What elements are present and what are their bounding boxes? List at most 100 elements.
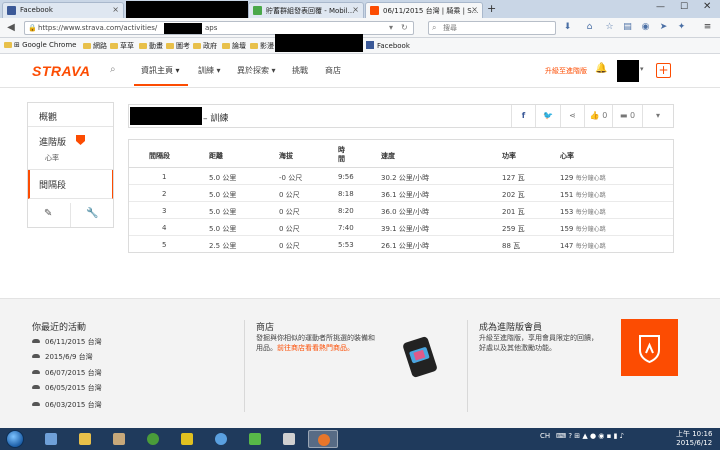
column-header: 速度: [381, 152, 395, 160]
recent-activity-link[interactable]: 06/11/2015 台灣: [32, 337, 102, 347]
table-row[interactable]: 1 5.0 公里 -0 公尺 9:56 30.2 公里/小時 127 瓦 129…: [129, 168, 673, 185]
column-header: 間隔段: [149, 152, 170, 160]
search-icon[interactable]: ⌕: [110, 64, 116, 75]
chevron-down-icon[interactable]: ▾: [640, 65, 644, 73]
taskbar-app[interactable]: [274, 430, 304, 448]
bookmark-facebook[interactable]: Facebook: [366, 41, 410, 50]
redacted-athlete-name: [130, 107, 202, 125]
nav-explore[interactable]: 異於探索 ▾: [237, 65, 276, 76]
language-indicator[interactable]: CH: [540, 432, 550, 440]
folder-icon: [250, 43, 258, 49]
taskbar-app[interactable]: [70, 430, 100, 448]
more-options-button[interactable]: ▾: [642, 105, 673, 127]
tab-facebook[interactable]: Facebook ×: [2, 2, 124, 18]
close-icon[interactable]: ×: [471, 5, 478, 14]
tools-button[interactable]: 🔧: [71, 203, 113, 227]
search-icon: ⌕: [432, 23, 437, 32]
dropdown-arrow-icon[interactable]: ▾: [389, 23, 393, 32]
maximize-button[interactable]: ☐: [680, 2, 688, 12]
recent-activity-link[interactable]: 06/03/2015 台灣: [32, 400, 102, 410]
sidebar-item-heart-rate[interactable]: 心率: [45, 153, 59, 163]
window-close-button[interactable]: ✕: [703, 1, 711, 12]
chevron-down-icon: ▾: [655, 111, 660, 120]
new-tab-button[interactable]: +: [487, 2, 496, 15]
kudos-button[interactable]: 👍 0: [584, 105, 612, 127]
extension-icon[interactable]: ◉: [640, 22, 651, 33]
minimize-button[interactable]: —: [656, 2, 665, 12]
taskbar-app[interactable]: [172, 430, 202, 448]
sidebar-item-premium[interactable]: 進階版 心率: [28, 127, 113, 170]
bookmark-folder[interactable]: 網路: [83, 41, 107, 51]
table-row[interactable]: 5 2.5 公里 0 公尺 5:53 26.1 公里/小時 88 瓦 147 每…: [129, 236, 673, 253]
premium-badge[interactable]: [621, 319, 678, 376]
bookmark-folder[interactable]: 草草: [110, 41, 134, 51]
avatar[interactable]: [617, 60, 639, 82]
upgrade-link[interactable]: 升級至進階版: [545, 66, 587, 76]
windows-taskbar: CH ⌨ ? ⊞ ▲ ● ◉ ▪ ▮ ♪ 上午 10:16 2015/6/12: [0, 428, 720, 450]
reload-icon[interactable]: ↻: [401, 23, 408, 32]
nav-challenges[interactable]: 挑戰: [292, 65, 308, 76]
taskbar-app[interactable]: [104, 430, 134, 448]
close-icon[interactable]: ×: [112, 5, 119, 14]
bookmark-folder[interactable]: 圖考: [166, 41, 190, 51]
share-button[interactable]: ⋖: [560, 105, 584, 127]
url-suffix: aps: [205, 24, 218, 32]
chevron-down-icon: ▾: [175, 66, 180, 75]
bookmark-folder[interactable]: 動畫: [139, 41, 163, 51]
search-input[interactable]: [443, 23, 551, 33]
sidebar-item-laps[interactable]: 間隔段: [28, 170, 113, 199]
system-clock[interactable]: 上午 10:16 2015/6/12: [676, 430, 712, 448]
table-row[interactable]: 2 5.0 公里 0 公尺 8:18 36.1 公里/小時 202 瓦 151 …: [129, 185, 673, 202]
bookmark-folder[interactable]: 論壇: [222, 41, 246, 51]
nav-store[interactable]: 商店: [325, 65, 341, 76]
tab-forum[interactable]: 貯蓄群組發表回覆 - Mobil... ×: [248, 2, 364, 18]
edit-button[interactable]: ✎: [28, 203, 71, 227]
taskbar-app[interactable]: [206, 430, 236, 448]
store-link[interactable]: 前往商店看看熱門商品。: [277, 344, 354, 352]
column-header: 心率: [560, 152, 574, 160]
table-row[interactable]: 4 5.0 公里 0 公尺 7:40 39.1 公里/小時 259 瓦 159 …: [129, 219, 673, 236]
url-bar[interactable]: 🔒 https://www.strava.com/activities/ aps…: [24, 21, 414, 35]
shoe-icon: [32, 339, 40, 343]
taskbar-app[interactable]: [240, 430, 270, 448]
back-button[interactable]: ◀: [5, 22, 17, 34]
close-icon[interactable]: ×: [352, 5, 359, 14]
share-icon[interactable]: ➤: [658, 22, 669, 33]
add-activity-button[interactable]: +: [656, 63, 671, 78]
search-box[interactable]: ⌕: [428, 21, 556, 35]
home-icon[interactable]: ⌂: [584, 22, 595, 33]
start-button[interactable]: [6, 430, 24, 448]
bookmark-folder[interactable]: 政府: [193, 41, 217, 51]
active-nav-indicator: [134, 84, 188, 86]
taskbar-app[interactable]: [138, 430, 168, 448]
share-facebook-button[interactable]: f: [511, 105, 535, 127]
notification-bell-icon[interactable]: 🔔: [595, 63, 607, 74]
tab-strava[interactable]: 06/11/2015 台灣 | 騎乘 | S... ×: [365, 2, 483, 18]
nav-dashboard[interactable]: 資訊主頁 ▾: [141, 65, 180, 76]
table-row[interactable]: 3 5.0 公里 0 公尺 8:20 36.0 公里/小時 201 瓦 153 …: [129, 202, 673, 219]
bookmark-google-chrome[interactable]: ⊞ Google Chrome: [4, 41, 76, 49]
nav-training[interactable]: 訓練 ▾: [198, 65, 221, 76]
bookmark-folder[interactable]: 影漫: [250, 41, 274, 51]
taskbar-app-firefox[interactable]: [308, 430, 338, 448]
column-header: 時間: [338, 146, 345, 163]
url-text: https://www.strava.com/activities/: [38, 24, 158, 32]
sidebar-item-overview[interactable]: 概觀: [28, 103, 113, 127]
taskbar-app[interactable]: [36, 430, 66, 448]
comments-button[interactable]: ▬ 0: [612, 105, 642, 127]
share-twitter-button[interactable]: 🐦: [535, 105, 560, 127]
system-tray-icons[interactable]: ⌨ ? ⊞ ▲ ● ◉ ▪ ▮ ♪: [556, 432, 624, 440]
thumbs-up-icon: 👍: [589, 111, 600, 120]
social-icon[interactable]: ✦: [676, 22, 687, 33]
bookmarks-bar: ⊞ Google Chrome 網路 草草 動畫 圖考 政府 論壇 影漫 Fac…: [0, 34, 720, 54]
download-icon[interactable]: ⬇: [562, 22, 573, 33]
divider: [467, 320, 468, 412]
recent-activity-link[interactable]: 06/05/2015 台灣: [32, 383, 102, 393]
recent-activity-link[interactable]: 2015/6/9 台灣: [32, 352, 93, 362]
reading-list-icon[interactable]: ▤: [622, 22, 633, 33]
store-product-icon: [403, 336, 437, 378]
strava-logo[interactable]: STRAVA: [32, 63, 90, 79]
recent-activity-link[interactable]: 06/07/2015 台灣: [32, 368, 102, 378]
bookmark-star-icon[interactable]: ☆: [604, 22, 615, 33]
menu-icon[interactable]: ≡: [702, 22, 713, 33]
